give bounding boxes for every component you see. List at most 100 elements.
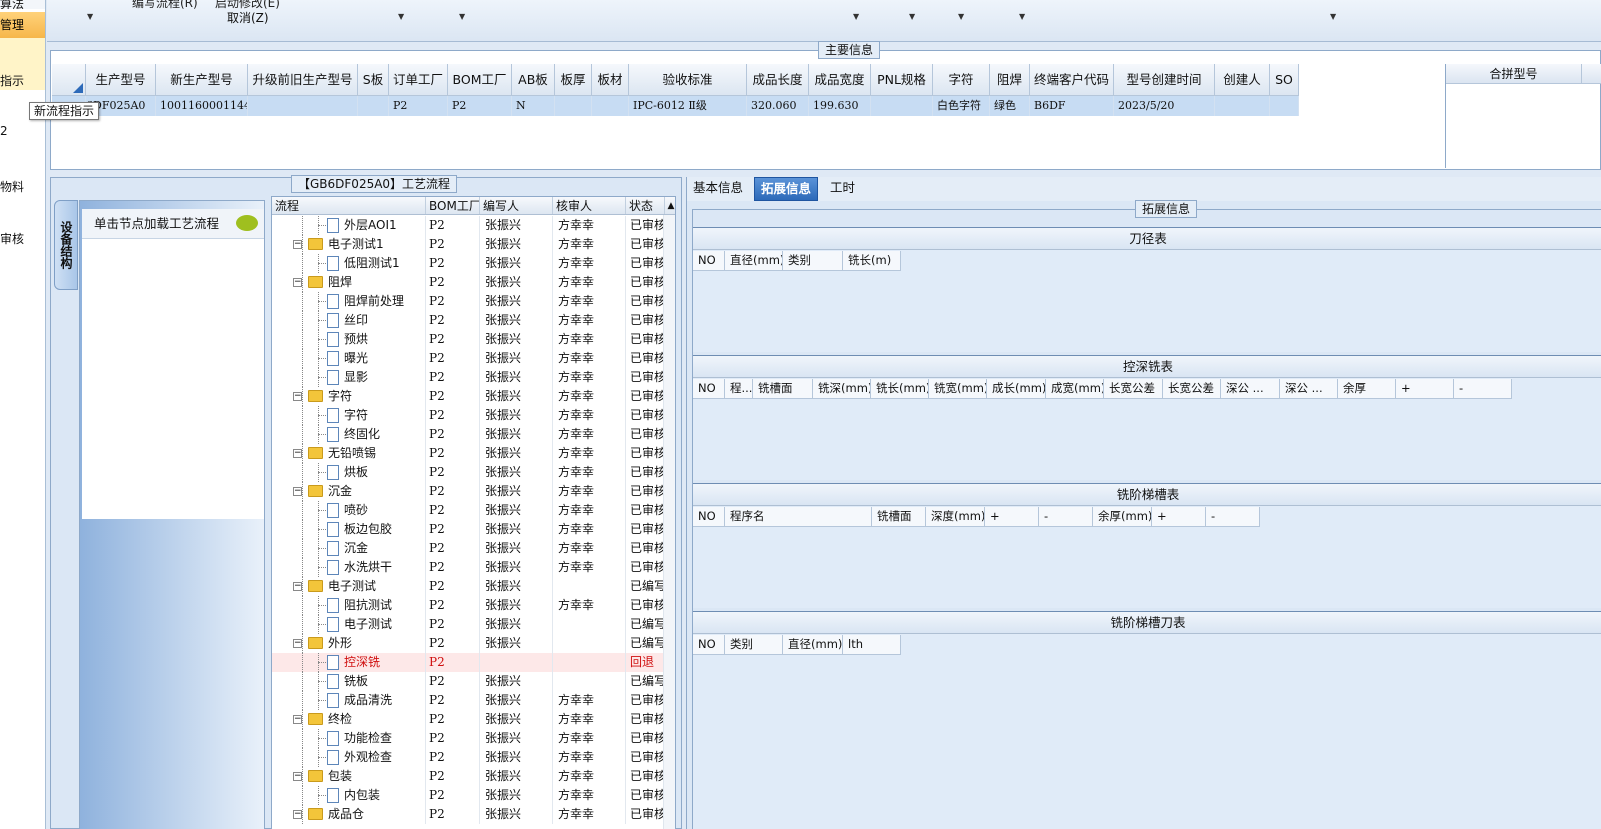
collapse-icon[interactable]: − [293,639,302,648]
cell[interactable]: 2023/5/20 [1114,96,1215,116]
tree-row[interactable]: − 无铅喷锡 P2 张振兴 方幸幸 已审核 [272,444,675,463]
col-header[interactable]: 型号创建时间 [1114,64,1215,96]
col-header[interactable]: + [1152,507,1206,527]
collapse-icon[interactable]: − [293,772,302,781]
cell[interactable]: N [512,96,555,116]
tree-row[interactable]: 板边包胶 P2 张振兴 方幸幸 已审核 [272,520,675,539]
nav-item-instruction[interactable]: 指示 [0,38,45,90]
collapse-icon[interactable]: − [293,449,302,458]
tree-scrollbar[interactable] [663,215,675,829]
col-header[interactable]: 程... [725,379,753,399]
col-header[interactable]: 阻焊 [990,64,1030,96]
col-header[interactable]: 程序名 [725,507,872,527]
col-header[interactable]: BOM工厂 [426,197,480,214]
tab-basic-info[interactable]: 基本信息 [687,177,749,201]
col-header[interactable]: 深公 ... [1221,379,1280,399]
tree-row[interactable]: 成品清洗 P2 张振兴 方幸幸 已审核 [272,691,675,710]
tree-row[interactable]: 丝印 P2 张振兴 方幸幸 已审核 [272,311,675,330]
tree-row[interactable]: 沉金 P2 张振兴 方幸幸 已审核 [272,539,675,558]
col-header[interactable]: 字符 [933,64,990,96]
col-header[interactable]: 成宽(mm) [1046,379,1104,399]
cell-new-model[interactable]: 10011600011442 [156,96,248,116]
tree-row[interactable]: 字符 P2 张振兴 方幸幸 已审核 [272,406,675,425]
tree-row[interactable]: − 电子测试 P2 张振兴 已编写 [272,577,675,596]
collapse-icon[interactable]: − [293,278,302,287]
tree-row[interactable]: 外观检查 P2 张振兴 方幸幸 已审核 [272,748,675,767]
nav-item-material[interactable]: 物料 [0,178,45,195]
col-header[interactable]: AB板 [512,64,555,96]
col-header[interactable]: + [1396,379,1454,399]
col-header[interactable]: 类别 [725,635,783,655]
col-header[interactable]: BOM工厂 [448,64,512,96]
chevron-down-icon[interactable]: ▼ [1019,12,1025,21]
chevron-down-icon[interactable]: ▼ [1330,12,1336,21]
col-header[interactable]: - [1206,507,1260,527]
chevron-down-icon[interactable]: ▼ [87,12,93,21]
collapse-icon[interactable]: − [293,582,302,591]
chevron-down-icon[interactable]: ▼ [958,12,964,21]
col-header[interactable]: 类别 [783,251,843,271]
toolbar-cancel[interactable]: 取消(Z) [227,9,269,26]
col-header[interactable]: 长宽公差 [1163,379,1221,399]
cell[interactable] [1270,96,1299,116]
col-header[interactable]: NO [693,507,725,527]
col-header[interactable]: 直径(mm) [725,251,783,271]
nav-item-top[interactable]: 算法 [0,0,45,9]
tree-row[interactable]: 铣板 P2 张振兴 已编写 [272,672,675,691]
col-header[interactable]: 编写人 [480,197,553,214]
tab-work-hours[interactable]: 工时 [824,177,861,201]
col-header[interactable]: SO [1270,64,1299,96]
tree-row[interactable]: 功能检查 P2 张振兴 方幸幸 已审核 [272,729,675,748]
tree-row[interactable]: − 阻焊 P2 张振兴 方幸幸 已审核 [272,273,675,292]
tree-row[interactable]: 显影 P2 张振兴 方幸幸 已审核 [272,368,675,387]
col-header[interactable]: 铣槽面 [753,379,813,399]
tree-row[interactable]: − 电子测试1 P2 张振兴 方幸幸 已审核 [272,235,675,254]
col-header[interactable]: 铣深(mm) [813,379,871,399]
tree-row[interactable]: − 沉金 P2 张振兴 方幸幸 已审核 [272,482,675,501]
tree-row[interactable]: 曝光 P2 张振兴 方幸幸 已审核 [272,349,675,368]
col-header[interactable]: 深度(mm) [926,507,985,527]
col-header[interactable]: 新生产型号 [156,64,248,96]
col-header[interactable]: NO [693,635,725,655]
tree-row[interactable]: 喷砂 P2 张振兴 方幸幸 已审核 [272,501,675,520]
col-header[interactable]: 直径(mm) [783,635,843,655]
cell[interactable] [555,96,592,116]
tree-row[interactable]: 低阻测试1 P2 张振兴 方幸幸 已审核 [272,254,675,273]
col-header[interactable]: 订单工厂 [389,64,448,96]
col-header[interactable]: 铣槽面 [872,507,926,527]
col-header[interactable]: 创建人 [1215,64,1270,96]
load-process-hint[interactable]: 单击节点加载工艺流程 [82,209,264,239]
col-header[interactable]: 铣长(mm) [871,379,929,399]
col-header[interactable]: 生产型号 [86,64,156,96]
col-header[interactable]: 验收标准 [629,64,747,96]
tab-extended-info[interactable]: 拓展信息 [754,177,819,201]
cell[interactable] [1215,96,1270,116]
cell[interactable]: 白色字符 [933,96,990,116]
tree-row[interactable]: 水洗烘干 P2 张振兴 方幸幸 已审核 [272,558,675,577]
tree-row[interactable]: 预烘 P2 张振兴 方幸幸 已审核 [272,330,675,349]
col-header[interactable]: 核审人 [553,197,626,214]
col-header[interactable]: 升级前旧生产型号 [248,64,358,96]
col-header[interactable]: 板厚 [555,64,592,96]
cell[interactable]: P2 [389,96,448,116]
col-header[interactable]: S板 [358,64,389,96]
collapse-icon[interactable]: − [293,240,302,249]
col-header[interactable]: 板材 [592,64,629,96]
cell[interactable]: B6DF [1030,96,1114,116]
col-header[interactable]: 终端客户代码 [1030,64,1114,96]
chevron-down-icon[interactable]: ▼ [853,12,859,21]
col-header[interactable]: - [1454,379,1512,399]
nav-item-2[interactable]: ̀2 [0,124,45,138]
col-header[interactable]: 长宽公差 [1104,379,1163,399]
cell[interactable] [358,96,389,116]
tree-row[interactable]: 终固化 P2 张振兴 方幸幸 已审核 [272,425,675,444]
cell[interactable]: 320.060 [747,96,809,116]
nav-item-review[interactable]: 审核 [0,230,45,247]
col-header[interactable]: 状态 [626,197,665,214]
col-header[interactable]: NO [693,251,725,271]
col-header[interactable]: 成品长度 [747,64,809,96]
tree-row[interactable]: 阻抗测试 P2 张振兴 方幸幸 已审核 [272,596,675,615]
collapse-icon[interactable]: − [293,810,302,819]
toolbar-write-flow[interactable]: 编写流程(R) [132,0,198,11]
col-header[interactable]: 余厚 [1338,379,1396,399]
